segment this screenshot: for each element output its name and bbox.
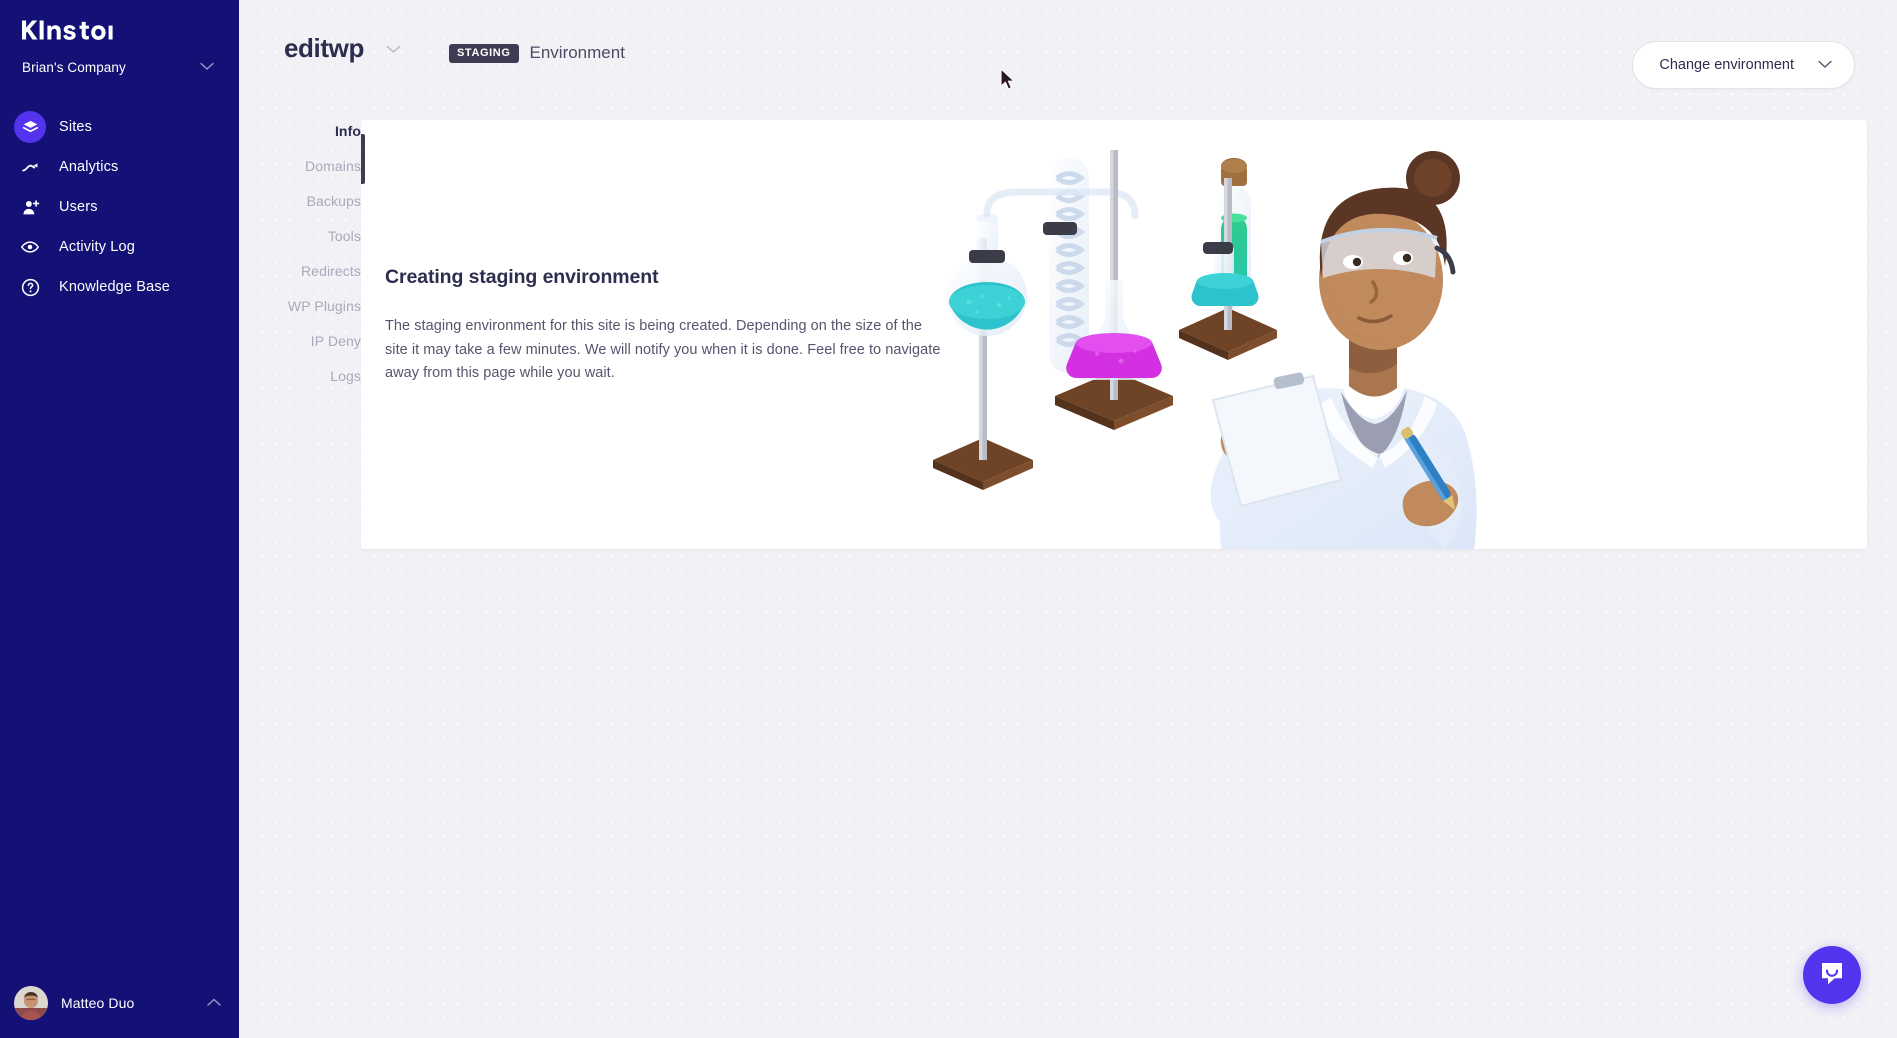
environment-label: Environment bbox=[529, 43, 625, 62]
chevron-up-icon bbox=[207, 994, 221, 1012]
chat-bubble-smile-icon bbox=[1818, 959, 1846, 992]
sidebar-item-knowledge-base[interactable]: Knowledge Base bbox=[0, 267, 239, 307]
environment-indicator: STAGING Environment bbox=[449, 43, 625, 63]
sidebar-item-label: Sites bbox=[59, 119, 92, 135]
page-title[interactable]: editwp bbox=[284, 35, 364, 61]
panel-heading: Creating staging environment bbox=[385, 266, 659, 288]
panel-description: The staging environment for this site is… bbox=[385, 318, 941, 382]
tab-logs[interactable]: Logs bbox=[239, 359, 361, 394]
company-selector[interactable]: Brian's Company bbox=[22, 56, 218, 78]
scientist-lab-illustration bbox=[921, 130, 1481, 549]
user-plus-icon bbox=[14, 191, 46, 223]
active-tab-indicator bbox=[361, 134, 365, 184]
tab-ip-deny[interactable]: IP Deny bbox=[239, 324, 361, 359]
info-text-block: Creating staging environment The staging… bbox=[385, 266, 945, 386]
trend-up-arrow-icon bbox=[14, 151, 46, 183]
chevron-down-icon[interactable] bbox=[386, 41, 401, 59]
sidebar-item-label: Users bbox=[59, 199, 98, 215]
question-circle-icon bbox=[14, 271, 46, 303]
sidebar-item-sites[interactable]: Sites bbox=[0, 107, 239, 147]
tab-tools[interactable]: Tools bbox=[239, 219, 361, 254]
top-bar: editwp STAGING Environment Change enviro… bbox=[239, 0, 1897, 101]
section-tabs: Info Domains Backups Tools Redirects WP … bbox=[239, 114, 361, 394]
sidebar-item-label: Activity Log bbox=[59, 239, 135, 255]
main-content: Info Domains Backups Tools Redirects WP … bbox=[239, 101, 1897, 1038]
tab-backups[interactable]: Backups bbox=[239, 184, 361, 219]
change-environment-button[interactable]: Change environment bbox=[1632, 41, 1855, 89]
tab-wp-plugins[interactable]: WP Plugins bbox=[239, 289, 361, 324]
tab-info[interactable]: Info bbox=[239, 114, 361, 149]
info-panel-card: Creating staging environment The staging… bbox=[361, 120, 1867, 549]
company-name: Brian's Company bbox=[22, 59, 126, 75]
sidebar-item-analytics[interactable]: Analytics bbox=[0, 147, 239, 187]
kinsta-wordmark-logo[interactable] bbox=[22, 19, 126, 41]
tab-domains[interactable]: Domains bbox=[239, 149, 361, 184]
avatar bbox=[14, 986, 48, 1020]
tab-redirects[interactable]: Redirects bbox=[239, 254, 361, 289]
user-profile-menu[interactable]: Matteo Duo bbox=[0, 968, 239, 1038]
chevron-down-icon bbox=[200, 58, 214, 76]
primary-navigation: Sites Analytics Users Activity Log Knowl… bbox=[0, 107, 239, 307]
sidebar-item-label: Knowledge Base bbox=[59, 279, 170, 295]
sidebar-item-activity-log[interactable]: Activity Log bbox=[0, 227, 239, 267]
sidebar: Brian's Company Sites Analytics Users Ac… bbox=[0, 0, 239, 1038]
eye-icon bbox=[14, 231, 46, 263]
sidebar-item-label: Analytics bbox=[59, 159, 119, 175]
chevron-down-icon bbox=[1818, 56, 1832, 74]
user-name: Matteo Duo bbox=[61, 995, 135, 1011]
sidebar-item-users[interactable]: Users bbox=[0, 187, 239, 227]
change-environment-label: Change environment bbox=[1659, 57, 1794, 73]
chat-launcher-button[interactable] bbox=[1803, 946, 1861, 1004]
layers-icon bbox=[14, 111, 46, 143]
site-title-group: editwp bbox=[284, 35, 401, 61]
status-badge: STAGING bbox=[449, 43, 519, 63]
